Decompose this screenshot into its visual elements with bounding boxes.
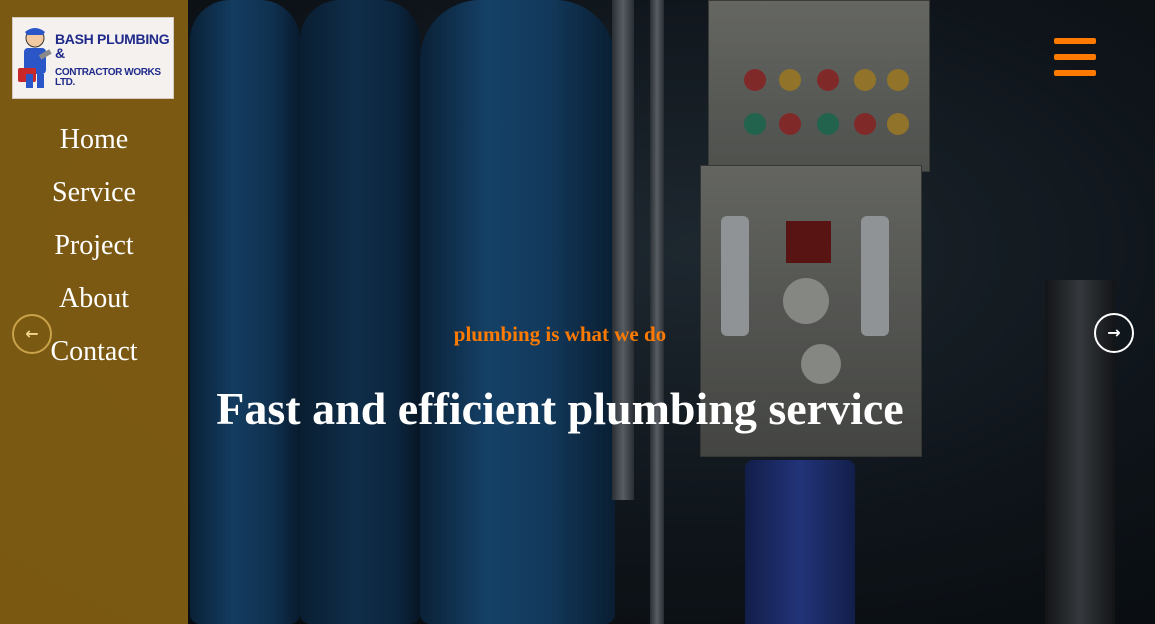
nav-link-project[interactable]: Project: [54, 230, 133, 261]
nav-link-service[interactable]: Service: [52, 177, 136, 208]
logo-title: BASH PLUMBING &: [55, 31, 170, 61]
nav-link-home[interactable]: Home: [60, 124, 128, 155]
slide-tagline: plumbing is what we do: [453, 322, 667, 346]
company-logo[interactable]: BASH PLUMBING & CONTRACTOR WORKS LTD.: [12, 17, 174, 99]
hamburger-menu-icon[interactable]: [1054, 38, 1096, 78]
nav-item-service: Service: [0, 171, 188, 224]
nav-item-project: Project: [0, 224, 188, 277]
slide-headline: Fast and efficient plumbing service: [216, 383, 904, 434]
sidebar: BASH PLUMBING & CONTRACTOR WORKS LTD. Ho…: [0, 0, 188, 624]
nav-link-about[interactable]: About: [59, 283, 129, 314]
logo-subtitle: CONTRACTOR WORKS LTD.: [55, 67, 161, 88]
plumber-mascot-icon: [18, 28, 52, 88]
nav-item-home: Home: [0, 118, 188, 171]
